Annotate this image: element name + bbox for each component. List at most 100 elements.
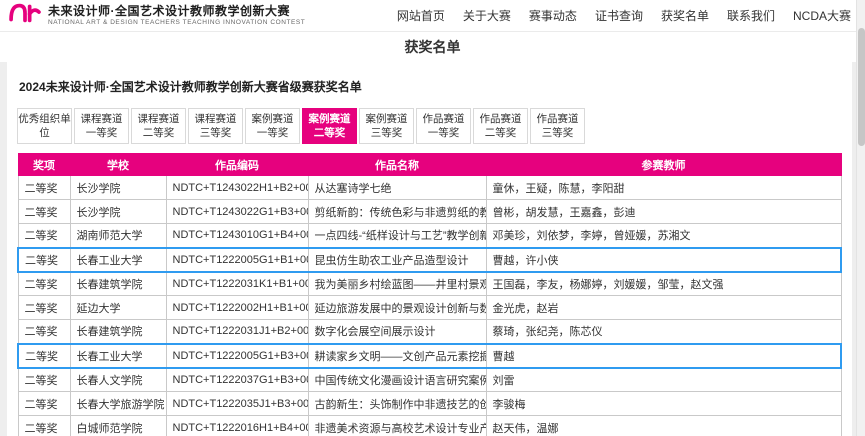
cell-award: 二等奖 <box>18 392 70 416</box>
cell-teachers: 赵天伟，温娜 <box>486 416 841 436</box>
cell-school: 湖南师范大学 <box>70 224 166 248</box>
cell-teachers: 童休，王疑，陈慧，李阳甜 <box>486 176 841 200</box>
page-title: 获奖名单 <box>405 37 461 57</box>
cell-award: 二等奖 <box>18 224 70 248</box>
awards-table: 奖项学校作品编码作品名称参赛教师 二等奖长沙学院NDTC+T1243022H1+… <box>17 153 842 436</box>
cell-work: 剪纸新韵：传统色彩与非遗剪纸的教学化创新 <box>308 200 486 224</box>
tab-label-line1: 课程赛道 <box>195 112 237 126</box>
table-body: 二等奖长沙学院NDTC+T1243022H1+B2+002从达塞诗学七绝童休，王… <box>18 176 841 436</box>
tab-label-line1: 案例赛道 <box>366 112 408 126</box>
tab-label-line1: 优秀组织单位 <box>18 112 71 140</box>
tab-10[interactable]: 作品赛道三等奖 <box>530 108 585 144</box>
cell-award: 二等奖 <box>18 320 70 344</box>
tab-label-line2: 三等奖 <box>371 126 403 140</box>
cell-code: NDTC+T1222037G1+B3+002 <box>166 368 308 392</box>
table-row[interactable]: 二等奖长春大学旅游学院NDTC+T1222035J1+B3+001古韵新生：头饰… <box>18 392 841 416</box>
nav-link-2[interactable]: 关于大赛 <box>454 7 520 24</box>
content-area: 2024未来设计师·全国艺术设计教师教学创新大赛省级赛获奖名单 优秀组织单位课程… <box>0 62 865 436</box>
cell-work: 数字化会展空间展示设计 <box>308 320 486 344</box>
table-row[interactable]: 二等奖长沙学院NDTC+T1243022H1+B2+002从达塞诗学七绝童休，王… <box>18 176 841 200</box>
logo-icon <box>8 0 42 31</box>
cell-school: 长春工业大学 <box>70 248 166 272</box>
cell-teachers: 金光虎，赵岩 <box>486 296 841 320</box>
cell-work: 非遗美术资源与高校艺术设计专业产教融合 <box>308 416 486 436</box>
table-row[interactable]: 二等奖白城师范学院NDTC+T1222016H1+B4+001非遗美术资源与高校… <box>18 416 841 436</box>
tab-label-line1: 案例赛道 <box>252 112 294 126</box>
table-row[interactable]: 二等奖长春人文学院NDTC+T1222037G1+B3+002中国传统文化漫画设… <box>18 368 841 392</box>
column-header: 作品名称 <box>308 154 486 176</box>
tabs: 优秀组织单位课程赛道一等奖课程赛道二等奖课程赛道三等奖案例赛道一等奖案例赛道二等… <box>17 108 842 144</box>
cell-award: 二等奖 <box>18 368 70 392</box>
nav-link-4[interactable]: 证书查询 <box>586 7 652 24</box>
cell-code: NDTC+T1222005G1+B1+001 <box>166 248 308 272</box>
table-row[interactable]: 二等奖长春建筑学院NDTC+T1222031K1+B1+002我为美丽乡村绘蓝图… <box>18 272 841 296</box>
cell-teachers: 邓美珍，刘依梦，李婷，曾娅媛，苏湘文 <box>486 224 841 248</box>
cell-school: 长春建筑学院 <box>70 320 166 344</box>
tab-label-line2: 三等奖 <box>542 126 574 140</box>
scrollbar-thumb[interactable] <box>858 28 865 146</box>
cell-school: 长春工业大学 <box>70 344 166 368</box>
tab-label-line2: 二等奖 <box>143 126 175 140</box>
awards-panel: 2024未来设计师·全国艺术设计教师教学创新大赛省级赛获奖名单 优秀组织单位课程… <box>7 62 852 436</box>
tab-label-line1: 课程赛道 <box>138 112 180 126</box>
cell-school: 延边大学 <box>70 296 166 320</box>
cell-work: 一点四线-“纸样设计与工艺”教学创新实践 <box>308 224 486 248</box>
list-subtitle: 2024未来设计师·全国艺术设计教师教学创新大赛省级赛获奖名单 <box>19 78 842 95</box>
tab-label-line2: 一等奖 <box>428 126 460 140</box>
cell-award: 二等奖 <box>18 176 70 200</box>
tab-label-line1: 作品赛道 <box>480 112 522 126</box>
tab-9[interactable]: 作品赛道二等奖 <box>473 108 528 144</box>
cell-award: 二等奖 <box>18 296 70 320</box>
nav-link-7[interactable]: NCDA大赛 <box>784 7 851 24</box>
table-row[interactable]: 二等奖湖南师范大学NDTC+T1243010G1+B4+001一点四线-“纸样设… <box>18 224 841 248</box>
tab-label-line2: 一等奖 <box>257 126 289 140</box>
tab-2[interactable]: 课程赛道一等奖 <box>74 108 129 144</box>
cell-work: 从达塞诗学七绝 <box>308 176 486 200</box>
table-row[interactable]: 二等奖长春建筑学院NDTC+T1222031J1+B2+001数字化会展空间展示… <box>18 320 841 344</box>
column-header: 参赛教师 <box>486 154 841 176</box>
cell-code: NDTC+T1222035J1+B3+001 <box>166 392 308 416</box>
column-header: 学校 <box>70 154 166 176</box>
cell-school: 长沙学院 <box>70 176 166 200</box>
cell-teachers: 李骏梅 <box>486 392 841 416</box>
cell-teachers: 曹越，许小侠 <box>486 248 841 272</box>
nav-link-3[interactable]: 赛事动态 <box>520 7 586 24</box>
tab-3[interactable]: 课程赛道二等奖 <box>131 108 186 144</box>
table-row[interactable]: 二等奖长春工业大学NDTC+T1222005G1+B3+005耕读家乡文明——文… <box>18 344 841 368</box>
table-row[interactable]: 二等奖长沙学院NDTC+T1243022G1+B3+002剪纸新韵：传统色彩与非… <box>18 200 841 224</box>
cell-work: 中国传统文化漫画设计语言研究案例 <box>308 368 486 392</box>
title-band: 获奖名单 <box>0 32 865 62</box>
tab-label-line2: 三等奖 <box>200 126 232 140</box>
nav-link-6[interactable]: 联系我们 <box>718 7 784 24</box>
cell-teachers: 王国磊，李友，杨娜婷，刘媛媛，邹莹，赵文强 <box>486 272 841 296</box>
logo-subtitle: NATIONAL ART & DESIGN TEACHERS TEACHING … <box>48 19 305 26</box>
cell-work: 延边旅游发展中的景观设计创新与数字化实践 <box>308 296 486 320</box>
tab-5[interactable]: 案例赛道一等奖 <box>245 108 300 144</box>
cell-code: NDTC+T1222031J1+B2+001 <box>166 320 308 344</box>
scrollbar-track[interactable] <box>856 0 865 436</box>
logo-title: 未来设计师·全国艺术设计教师教学创新大赛 <box>48 5 305 19</box>
tab-1[interactable]: 优秀组织单位 <box>17 108 72 144</box>
tab-label-line2: 二等奖 <box>485 126 517 140</box>
tab-8[interactable]: 作品赛道一等奖 <box>416 108 471 144</box>
tab-6[interactable]: 案例赛道二等奖 <box>302 108 357 144</box>
nav-link-5[interactable]: 获奖名单 <box>652 7 718 24</box>
column-header: 作品编码 <box>166 154 308 176</box>
tab-label-line2: 一等奖 <box>86 126 118 140</box>
cell-school: 长春大学旅游学院 <box>70 392 166 416</box>
table-row[interactable]: 二等奖长春工业大学NDTC+T1222005G1+B1+001昆虫仿生助农工业产… <box>18 248 841 272</box>
table-header-row: 奖项学校作品编码作品名称参赛教师 <box>18 154 841 176</box>
top-nav: 网站首页关于大赛赛事动态证书查询获奖名单联系我们NCDA大赛 <box>388 7 851 24</box>
cell-code: NDTC+T1222002H1+B1+002 <box>166 296 308 320</box>
tab-label-line1: 作品赛道 <box>537 112 579 126</box>
cell-work: 昆虫仿生助农工业产品造型设计 <box>308 248 486 272</box>
tab-4[interactable]: 课程赛道三等奖 <box>188 108 243 144</box>
nav-link-1[interactable]: 网站首页 <box>388 7 454 24</box>
cell-award: 二等奖 <box>18 272 70 296</box>
logo[interactable]: 未来设计师·全国艺术设计教师教学创新大赛 NATIONAL ART & DESI… <box>8 0 305 31</box>
cell-school: 长春人文学院 <box>70 368 166 392</box>
tab-7[interactable]: 案例赛道三等奖 <box>359 108 414 144</box>
table-row[interactable]: 二等奖延边大学NDTC+T1222002H1+B1+002延边旅游发展中的景观设… <box>18 296 841 320</box>
top-bar: 未来设计师·全国艺术设计教师教学创新大赛 NATIONAL ART & DESI… <box>0 0 865 32</box>
cell-code: NDTC+T1222031K1+B1+002 <box>166 272 308 296</box>
